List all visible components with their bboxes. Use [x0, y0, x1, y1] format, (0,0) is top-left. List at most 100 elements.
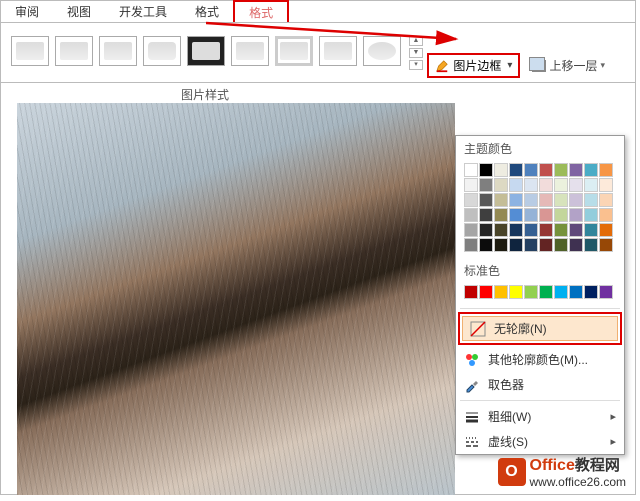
style-thumb-6[interactable]	[231, 36, 269, 66]
color-swatch[interactable]	[464, 223, 478, 237]
tab-dev[interactable]: 开发工具	[105, 1, 181, 22]
color-swatch[interactable]	[509, 223, 523, 237]
color-swatch[interactable]	[554, 285, 568, 299]
eyedropper-item[interactable]: 取色器	[456, 372, 624, 397]
color-swatch[interactable]	[524, 208, 538, 222]
color-swatch[interactable]	[494, 223, 508, 237]
color-swatch[interactable]	[554, 193, 568, 207]
style-thumb-4[interactable]	[143, 36, 181, 66]
color-swatch[interactable]	[584, 208, 598, 222]
color-swatch[interactable]	[539, 163, 553, 177]
style-thumb-2[interactable]	[55, 36, 93, 66]
color-swatch[interactable]	[494, 285, 508, 299]
color-swatch[interactable]	[464, 163, 478, 177]
color-swatch[interactable]	[569, 223, 583, 237]
color-swatch[interactable]	[509, 238, 523, 252]
color-swatch[interactable]	[524, 238, 538, 252]
color-swatch[interactable]	[569, 285, 583, 299]
color-swatch[interactable]	[479, 208, 493, 222]
tab-review[interactable]: 审阅	[1, 1, 53, 22]
color-swatch[interactable]	[599, 238, 613, 252]
color-swatch[interactable]	[599, 285, 613, 299]
color-swatch[interactable]	[554, 178, 568, 192]
style-thumb-1[interactable]	[11, 36, 49, 66]
color-swatch[interactable]	[584, 193, 598, 207]
color-swatch[interactable]	[569, 208, 583, 222]
color-swatch[interactable]	[599, 193, 613, 207]
color-swatch[interactable]	[584, 223, 598, 237]
picture-border-button[interactable]: 图片边框 ▾	[427, 53, 520, 78]
color-swatch[interactable]	[569, 238, 583, 252]
style-thumb-9[interactable]	[363, 36, 401, 66]
color-swatch[interactable]	[524, 223, 538, 237]
color-swatch[interactable]	[539, 208, 553, 222]
color-swatch[interactable]	[569, 193, 583, 207]
dashes-item[interactable]: 虚线(S) ▸	[456, 429, 624, 454]
color-swatch[interactable]	[494, 178, 508, 192]
color-swatch[interactable]	[464, 208, 478, 222]
selected-image[interactable]	[17, 103, 455, 495]
tab-view[interactable]: 视图	[53, 1, 105, 22]
color-swatch[interactable]	[509, 178, 523, 192]
color-swatch[interactable]	[479, 285, 493, 299]
picture-styles-gallery: ▲ ▼ ▾	[11, 36, 423, 70]
color-swatch[interactable]	[494, 193, 508, 207]
bring-forward-button[interactable]: 上移一层 ▾	[532, 57, 605, 74]
color-swatch[interactable]	[539, 223, 553, 237]
color-swatch[interactable]	[524, 193, 538, 207]
color-swatch[interactable]	[479, 238, 493, 252]
color-swatch[interactable]	[509, 285, 523, 299]
color-swatch[interactable]	[599, 208, 613, 222]
color-swatch[interactable]	[554, 208, 568, 222]
color-swatch[interactable]	[479, 163, 493, 177]
color-swatch[interactable]	[494, 208, 508, 222]
style-thumb-7[interactable]	[275, 36, 313, 66]
color-swatch[interactable]	[584, 178, 598, 192]
color-swatch[interactable]	[464, 285, 478, 299]
color-swatch[interactable]	[584, 163, 598, 177]
submenu-arrow-icon: ▸	[610, 410, 616, 423]
tab-format[interactable]: 格式	[181, 1, 233, 22]
color-swatch[interactable]	[524, 178, 538, 192]
color-swatch[interactable]	[539, 285, 553, 299]
color-swatch[interactable]	[539, 193, 553, 207]
color-swatch[interactable]	[509, 208, 523, 222]
color-swatch[interactable]	[554, 163, 568, 177]
more-colors-item[interactable]: 其他轮廓颜色(M)...	[456, 347, 624, 372]
color-swatch[interactable]	[584, 238, 598, 252]
color-swatch[interactable]	[599, 178, 613, 192]
color-swatch[interactable]	[464, 193, 478, 207]
color-swatch[interactable]	[569, 178, 583, 192]
color-swatch[interactable]	[479, 223, 493, 237]
color-swatch[interactable]	[554, 238, 568, 252]
color-swatch[interactable]	[539, 178, 553, 192]
color-swatch[interactable]	[509, 163, 523, 177]
style-thumb-3[interactable]	[99, 36, 137, 66]
color-swatch[interactable]	[524, 163, 538, 177]
color-swatch[interactable]	[584, 285, 598, 299]
gallery-more[interactable]: ▾	[409, 60, 423, 70]
weight-item[interactable]: 粗细(W) ▸	[456, 404, 624, 429]
app-window: 审阅 视图 开发工具 格式 格式 ▲ ▼ ▾ 图片边框	[0, 0, 636, 495]
submenu-arrow-icon: ▸	[610, 435, 616, 448]
tab-format-active[interactable]: 格式	[233, 0, 289, 22]
color-swatch[interactable]	[479, 193, 493, 207]
color-swatch[interactable]	[464, 238, 478, 252]
color-swatch[interactable]	[599, 163, 613, 177]
color-swatch[interactable]	[464, 178, 478, 192]
color-swatch[interactable]	[494, 163, 508, 177]
color-swatch[interactable]	[509, 193, 523, 207]
no-outline-item[interactable]: 无轮廓(N)	[462, 316, 618, 341]
color-swatch[interactable]	[494, 238, 508, 252]
color-swatch[interactable]	[554, 223, 568, 237]
gallery-up[interactable]: ▲	[409, 36, 423, 46]
color-swatch[interactable]	[569, 163, 583, 177]
color-swatch[interactable]	[539, 238, 553, 252]
style-thumb-8[interactable]	[319, 36, 357, 66]
color-swatch[interactable]	[479, 178, 493, 192]
separator	[460, 308, 620, 309]
gallery-down[interactable]: ▼	[409, 48, 423, 58]
color-swatch[interactable]	[599, 223, 613, 237]
style-thumb-5[interactable]	[187, 36, 225, 66]
color-swatch[interactable]	[524, 285, 538, 299]
